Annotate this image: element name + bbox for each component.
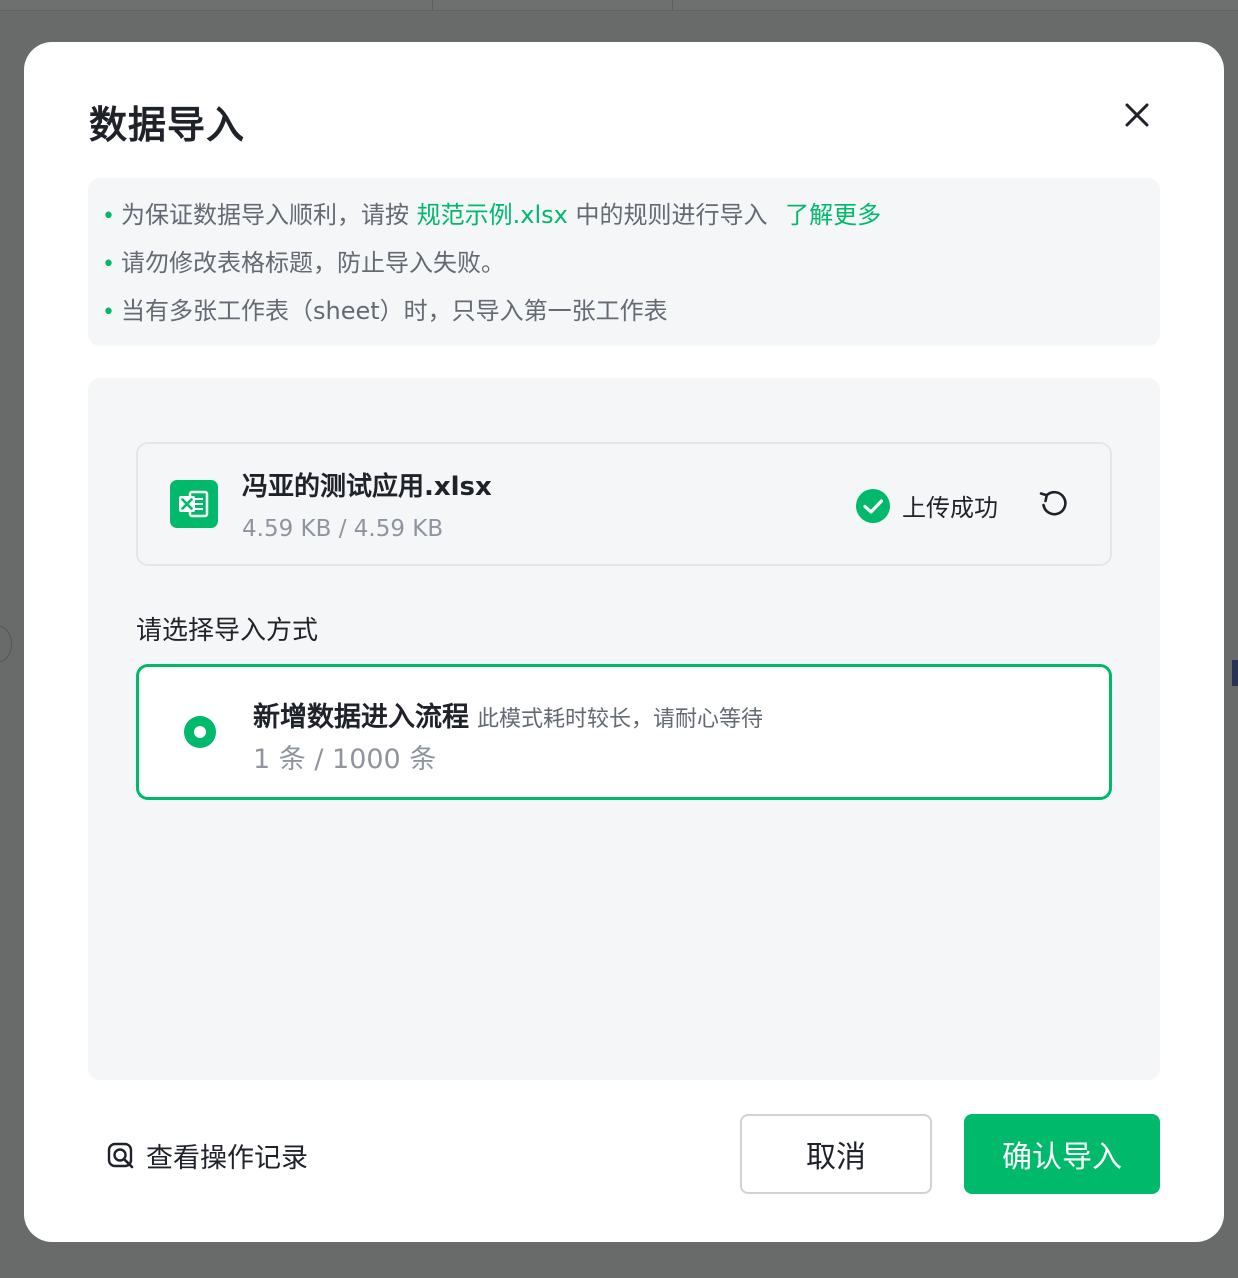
bullet-dot: • bbox=[102, 300, 115, 325]
confirm-import-button[interactable]: 确认导入 bbox=[964, 1114, 1160, 1194]
view-history-label: 查看操作记录 bbox=[146, 1143, 308, 1174]
upload-panel: 冯亚的测试应用.xlsx 4.59 KB / 4.59 KB 上传成功 请选择导… bbox=[88, 378, 1160, 1080]
uploaded-file-card: 冯亚的测试应用.xlsx 4.59 KB / 4.59 KB 上传成功 bbox=[136, 442, 1112, 566]
bullet-dot: • bbox=[102, 252, 115, 277]
notice-line-3: • 当有多张工作表（sheet）时，只导入第一张工作表 bbox=[102, 294, 668, 330]
notice-line-1: • 为保证数据导入顺利，请按 规范示例.xlsx 中的规则进行导入 了解更多 bbox=[102, 198, 881, 234]
radio-selected-icon[interactable] bbox=[184, 716, 216, 748]
view-history-link[interactable]: 查看操作记录 bbox=[106, 1136, 308, 1175]
import-mode-label: 请选择导入方式 bbox=[136, 616, 319, 646]
close-icon bbox=[1125, 103, 1149, 127]
search-record-icon bbox=[107, 1142, 134, 1168]
option-hint: 此模式耗时较长，请耐心等待 bbox=[477, 707, 764, 732]
file-size: 4.59 KB / 4.59 KB bbox=[242, 516, 444, 542]
import-mode-option[interactable]: 新增数据进入流程 此模式耗时较长，请耐心等待 1 条 / 1000 条 bbox=[136, 664, 1112, 800]
import-notice: • 为保证数据导入顺利，请按 规范示例.xlsx 中的规则进行导入 了解更多 • 请… bbox=[88, 178, 1160, 346]
option-title: 新增数据进入流程 此模式耗时较长，请耐心等待 bbox=[253, 695, 763, 734]
notice-text: 中的规则进行导入 bbox=[575, 201, 768, 229]
notice-text: 请勿修改表格标题，防止导入失败。 bbox=[120, 249, 505, 277]
import-dialog: 数据导入 • 为保证数据导入顺利，请按 规范示例.xlsx 中的规则进行导入 了解… bbox=[24, 42, 1224, 1242]
file-name: 冯亚的测试应用.xlsx bbox=[242, 472, 492, 502]
dialog-title: 数据导入 bbox=[89, 103, 246, 147]
option-title-text: 新增数据进入流程 bbox=[253, 702, 469, 733]
learn-more-link[interactable]: 了解更多 bbox=[785, 201, 881, 229]
notice-text: 当有多张工作表（sheet）时，只导入第一张工作表 bbox=[120, 297, 668, 325]
option-row-count: 1 条 / 1000 条 bbox=[253, 744, 437, 775]
cancel-button[interactable]: 取消 bbox=[740, 1114, 932, 1194]
bullet-dot: • bbox=[102, 204, 115, 229]
upload-status-text: 上传成功 bbox=[902, 494, 998, 522]
notice-line-2: • 请勿修改表格标题，防止导入失败。 bbox=[102, 246, 505, 282]
refresh-icon bbox=[1039, 490, 1067, 516]
excel-file-icon bbox=[170, 480, 218, 528]
success-check-icon bbox=[856, 488, 890, 523]
notice-text: 为保证数据导入顺利，请按 bbox=[120, 201, 409, 229]
reupload-button[interactable] bbox=[1034, 484, 1074, 524]
close-button[interactable] bbox=[1120, 98, 1154, 132]
example-file-link[interactable]: 规范示例.xlsx bbox=[417, 201, 568, 229]
upload-status: 上传成功 bbox=[856, 488, 998, 523]
